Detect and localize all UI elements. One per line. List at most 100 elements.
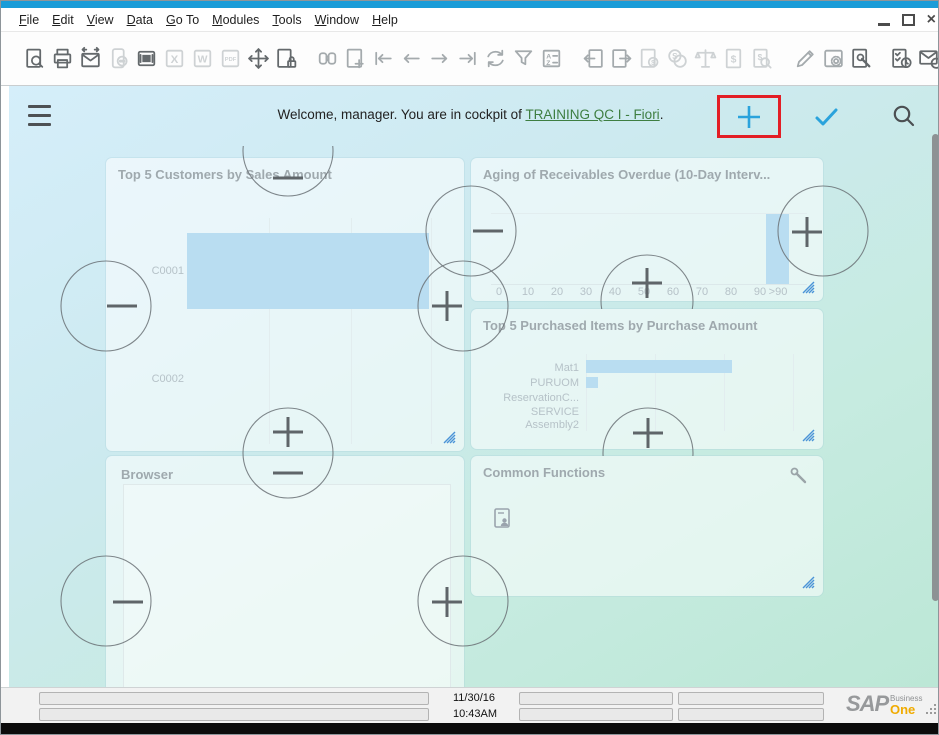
business-partner-doc-icon[interactable] [494, 508, 512, 534]
status-date: 11/30/16 [453, 692, 495, 704]
x-axis-label: 80 [725, 286, 737, 298]
next-record-icon[interactable] [425, 44, 453, 74]
status-info-field [519, 708, 673, 721]
widget-title: Aging of Receivables Overdue (10-Day Int… [483, 167, 813, 182]
sap-logo: SAP [846, 691, 888, 717]
widget-card-common-functions[interactable]: Common Functions [471, 456, 823, 596]
resize-handle[interactable] [801, 575, 816, 590]
resize-handle[interactable] [801, 428, 816, 443]
resize-handle[interactable] [801, 280, 816, 295]
widget-card-aging-receivables[interactable]: Aging of Receivables Overdue (10-Day Int… [471, 158, 823, 301]
add-record-icon[interactable] [341, 44, 369, 74]
vertical-scrollbar-thumb[interactable] [932, 134, 939, 601]
x-axis-label: 10 [522, 286, 534, 298]
status-info-field [678, 692, 824, 705]
chart-category-label: C0001 [130, 265, 184, 277]
fax-icon[interactable] [132, 44, 160, 74]
chart-category-label: C0002 [130, 373, 184, 385]
chart-category-label: PURUOM [471, 377, 579, 389]
move-icon[interactable] [244, 44, 272, 74]
cockpit-link[interactable]: TRAINING QC I - Fiori [525, 107, 659, 122]
status-message-field [39, 708, 429, 721]
status-message-field [39, 692, 429, 705]
coins-icon[interactable]: S [663, 44, 691, 74]
widget-card-top5-purchased[interactable]: Top 5 Purchased Items by Purchase Amount… [471, 309, 823, 449]
title-bar-strip [1, 1, 939, 8]
lock-screen-icon[interactable] [272, 44, 300, 74]
axis-line [491, 284, 807, 285]
sms-icon[interactable] [104, 44, 132, 74]
svg-text:Z: Z [546, 60, 550, 67]
x-axis-label: 60 [667, 286, 679, 298]
x-axis-label: 0 [496, 286, 502, 298]
menu-edit[interactable]: Edit [52, 13, 74, 27]
toolbar: X W PDF AZ $ S $ $ [1, 32, 939, 86]
menu-modules[interactable]: Modules [212, 13, 259, 27]
wrench-icon[interactable] [789, 466, 809, 491]
first-record-icon[interactable] [369, 44, 397, 74]
status-time: 10:43AM [453, 708, 497, 720]
previous-record-icon[interactable] [397, 44, 425, 74]
base-document-icon[interactable] [579, 44, 607, 74]
x-axis-label: 50 [638, 286, 650, 298]
approval-status-icon[interactable] [887, 44, 915, 74]
menu-tools[interactable]: Tools [272, 13, 301, 27]
widget-card-browser[interactable]: Browser [106, 456, 464, 687]
cockpit-dashboard: Welcome, manager. You are in cockpit of … [1, 86, 939, 687]
hamburger-menu-icon[interactable] [28, 105, 52, 129]
widget-title: Browser [121, 467, 454, 482]
svg-text:X: X [170, 54, 178, 66]
sort-icon[interactable]: AZ [537, 44, 565, 74]
chart-category-label: SERVICE [471, 406, 579, 418]
export-excel-icon[interactable]: X [160, 44, 188, 74]
left-gutter [1, 86, 9, 687]
refresh-record-icon[interactable] [481, 44, 509, 74]
message-alert-icon[interactable] [915, 44, 939, 74]
customization-tools-icon[interactable] [847, 44, 875, 74]
bottom-black-bar [1, 723, 939, 735]
chart-bar [187, 233, 429, 309]
menu-view[interactable]: View [87, 13, 114, 27]
welcome-period: . [660, 107, 664, 122]
menu-data[interactable]: Data [127, 13, 153, 27]
resize-handle[interactable] [442, 430, 457, 445]
widget-card-top5-customers[interactable]: Top 5 Customers by Sales Amount C0001 C0… [106, 158, 464, 451]
export-pdf-icon[interactable]: PDF [216, 44, 244, 74]
menu-window[interactable]: Window [315, 13, 359, 27]
email-send-icon[interactable] [76, 44, 104, 74]
status-info-field [519, 692, 673, 705]
payment-means-icon[interactable]: $ [635, 44, 663, 74]
sap-logo-one: One [890, 702, 915, 717]
app-window: File Edit View Data Go To Modules Tools … [0, 0, 939, 735]
chart-category-label: Mat1 [471, 362, 579, 374]
x-axis-label: 70 [696, 286, 708, 298]
price-lookup-icon[interactable]: $ [747, 44, 775, 74]
add-widget-button[interactable] [734, 102, 764, 132]
status-info-field [678, 708, 824, 721]
form-settings-icon[interactable] [819, 44, 847, 74]
menu-file[interactable]: File [19, 13, 39, 27]
status-bar: 11/30/16 10:43AM SAP Business One [1, 687, 939, 723]
confirm-button[interactable] [812, 105, 840, 129]
widget-title: Top 5 Purchased Items by Purchase Amount [483, 318, 813, 333]
gross-profit-icon[interactable] [691, 44, 719, 74]
maximize-button[interactable] [902, 14, 915, 26]
doc-search-icon[interactable] [20, 44, 48, 74]
filter-icon[interactable] [509, 44, 537, 74]
search-icon[interactable] [891, 103, 917, 129]
svg-text:PDF: PDF [224, 57, 236, 63]
find-icon[interactable] [313, 44, 341, 74]
chart-bar [766, 214, 789, 284]
minimize-button[interactable] [878, 23, 890, 26]
document-dollar-icon[interactable]: $ [719, 44, 747, 74]
target-document-icon[interactable] [607, 44, 635, 74]
menu-help[interactable]: Help [372, 13, 398, 27]
close-button[interactable]: × [927, 12, 936, 28]
edit-icon[interactable] [791, 44, 819, 74]
menu-goto[interactable]: Go To [166, 13, 199, 27]
gridline [793, 354, 794, 431]
export-word-icon[interactable]: W [188, 44, 216, 74]
last-record-icon[interactable] [453, 44, 481, 74]
resize-grip[interactable] [925, 702, 937, 720]
printer-icon[interactable] [48, 44, 76, 74]
